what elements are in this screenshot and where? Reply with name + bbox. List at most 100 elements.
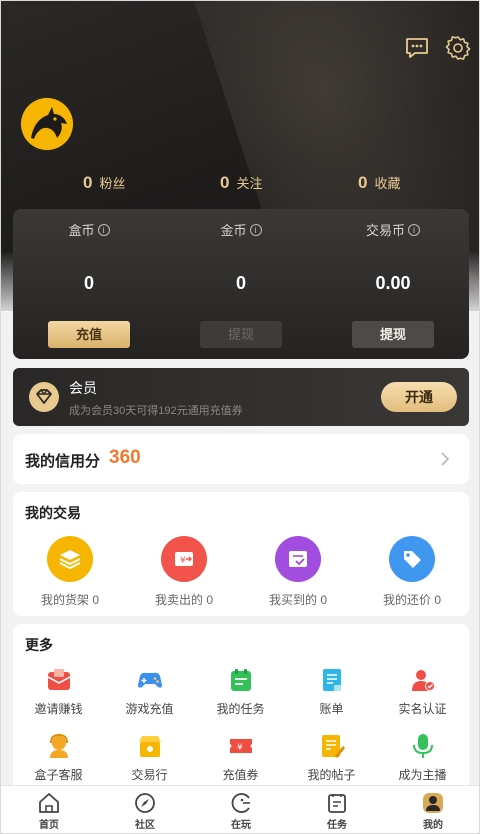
avatar[interactable] <box>21 98 73 150</box>
more-item-label: 盒子客服 <box>34 768 83 782</box>
stat-value: 0 <box>83 173 93 192</box>
wallet-value: 0 <box>235 273 246 293</box>
tab-playing[interactable]: 在玩 <box>193 792 289 831</box>
wallet-card: 盒币 i 0 充值 金币 i 0 提现 交易币 i 0.00 提现 <box>13 209 469 359</box>
home-icon <box>38 792 60 814</box>
more-item-label: 交易行 <box>131 768 168 782</box>
svg-text:¥: ¥ <box>237 743 243 753</box>
more-item-my-posts[interactable]: 我的帖子 <box>286 732 377 783</box>
more-item-label: 充值券 <box>222 768 259 782</box>
info-icon[interactable]: i <box>97 223 110 236</box>
stat-label: 粉丝 <box>99 176 126 191</box>
tab-home[interactable]: 首页 <box>1 792 97 831</box>
wallet-box-coins: 盒币 i 0 充值 <box>13 209 165 359</box>
tab-label: 任务 <box>327 820 347 831</box>
coupon-icon: ¥ <box>227 732 255 760</box>
wallet-value: 0 <box>83 273 94 293</box>
wallet-value: 0.00 <box>375 273 411 293</box>
chat-icon[interactable] <box>404 35 430 61</box>
more-item-label: 游戏充值 <box>125 702 174 716</box>
more-item-game-recharge[interactable]: 游戏充值 <box>104 666 195 717</box>
more-item-trading-house[interactable]: 交易行 <box>104 732 195 783</box>
stat-label: 收藏 <box>374 176 401 191</box>
more-item-label: 账单 <box>319 702 344 716</box>
play-icon <box>230 792 252 814</box>
trade-item-label: 我卖出的 0 <box>154 593 213 607</box>
more-item-my-tasks[interactable]: 我的任务 <box>195 666 286 717</box>
clipboard-icon <box>326 792 348 814</box>
vip-open-button[interactable]: 开通 <box>381 382 457 412</box>
section-title: 更多 <box>25 637 53 653</box>
service-icon <box>45 732 73 760</box>
profile-icon <box>422 792 444 814</box>
tag-icon <box>389 536 435 582</box>
gear-icon[interactable] <box>445 35 471 61</box>
credit-label: 我的信用分 <box>25 453 101 470</box>
task-icon <box>227 666 255 694</box>
invite-icon <box>45 666 73 694</box>
svg-text:¥: ¥ <box>180 556 186 566</box>
bottom-tab-bar: 首页 社区 在玩 任务 我的 <box>1 785 479 833</box>
stat-value: 0 <box>220 173 230 192</box>
stat-value: 0 <box>358 173 368 192</box>
profile-page: 0 粉丝 0 关注 0 收藏 盒币 i 0 充值 金币 i 0 提现 交易币 i 0.… <box>0 0 480 834</box>
more-item-recharge-coupon[interactable]: ¥ 充值券 <box>195 732 286 783</box>
more-item-bill[interactable]: 账单 <box>286 666 377 717</box>
my-trade-section: 我的交易 我的货架 0 ¥ 我卖出的 0 我买到的 0 我的还价 0 <box>13 492 469 616</box>
info-icon[interactable]: i <box>249 223 262 236</box>
wallet-gold-coins: 金币 i 0 提现 <box>165 209 317 359</box>
trade-item-label: 我的货架 0 <box>40 593 99 607</box>
withdraw-trade-button[interactable]: 提现 <box>352 321 434 348</box>
diamond-icon <box>29 382 59 412</box>
recharge-button[interactable]: 充值 <box>48 321 130 348</box>
stat-favorites[interactable]: 0 收藏 <box>358 173 400 193</box>
stat-fans[interactable]: 0 粉丝 <box>83 173 125 193</box>
tab-community[interactable]: 社区 <box>97 792 193 831</box>
tab-label: 首页 <box>39 820 59 831</box>
tab-tasks[interactable]: 任务 <box>289 792 385 831</box>
mic-icon <box>409 732 437 760</box>
vip-description: 成为会员30天可得192元通用充值券 <box>69 405 243 417</box>
trade-item-label: 我的还价 0 <box>382 593 441 607</box>
tab-label: 社区 <box>135 820 155 831</box>
bought-icon <box>275 536 321 582</box>
wallet-label: 金币 <box>220 223 247 238</box>
more-item-customer-service[interactable]: 盒子客服 <box>13 732 104 783</box>
gamepad-icon <box>136 666 164 694</box>
more-section: 更多 邀请赚钱 游戏充值 我的任务 账单 实名认证 盒子客服 交易行 ¥ 充值券… <box>13 624 469 794</box>
more-item-label: 成为主播 <box>398 768 447 782</box>
tab-label: 在玩 <box>231 820 251 831</box>
shop-icon <box>136 732 164 760</box>
tab-label: 我的 <box>423 820 443 831</box>
wallet-trade-coins: 交易币 i 0.00 提现 <box>317 209 469 359</box>
trade-item-sold[interactable]: ¥ 我卖出的 0 <box>127 536 241 608</box>
wallet-label: 交易币 <box>365 223 405 238</box>
more-item-label: 实名认证 <box>398 702 447 716</box>
vip-banner[interactable]: 会员 成为会员30天可得192元通用充值券 开通 <box>13 368 469 426</box>
wallet-label: 盒币 <box>68 223 95 238</box>
info-icon[interactable]: i <box>408 223 420 236</box>
chevron-right-icon <box>440 451 450 467</box>
verify-icon <box>409 666 437 694</box>
sold-icon: ¥ <box>161 536 207 582</box>
compass-icon <box>134 792 156 814</box>
trade-item-counter-offer[interactable]: 我的还价 0 <box>355 536 469 608</box>
trade-item-bought[interactable]: 我买到的 0 <box>241 536 355 608</box>
stat-following[interactable]: 0 关注 <box>220 173 262 193</box>
trade-item-label: 我买到的 0 <box>268 593 327 607</box>
more-item-invite[interactable]: 邀请赚钱 <box>13 666 104 717</box>
withdraw-gold-button[interactable]: 提现 <box>200 321 282 348</box>
dragon-avatar-icon <box>21 98 73 150</box>
stack-icon <box>47 536 93 582</box>
more-item-become-streamer[interactable]: 成为主播 <box>377 732 468 783</box>
stats-row: 0 粉丝 0 关注 0 收藏 <box>1 173 479 197</box>
more-item-real-name[interactable]: 实名认证 <box>377 666 468 717</box>
post-icon <box>318 732 346 760</box>
bill-icon <box>318 666 346 694</box>
tab-mine[interactable]: 我的 <box>385 792 479 831</box>
trade-item-shelf[interactable]: 我的货架 0 <box>13 536 127 608</box>
credit-score-row[interactable]: 我的信用分 360 <box>13 434 469 484</box>
more-item-label: 我的帖子 <box>307 768 356 782</box>
more-item-label: 邀请赚钱 <box>34 702 83 716</box>
stat-label: 关注 <box>236 176 263 191</box>
